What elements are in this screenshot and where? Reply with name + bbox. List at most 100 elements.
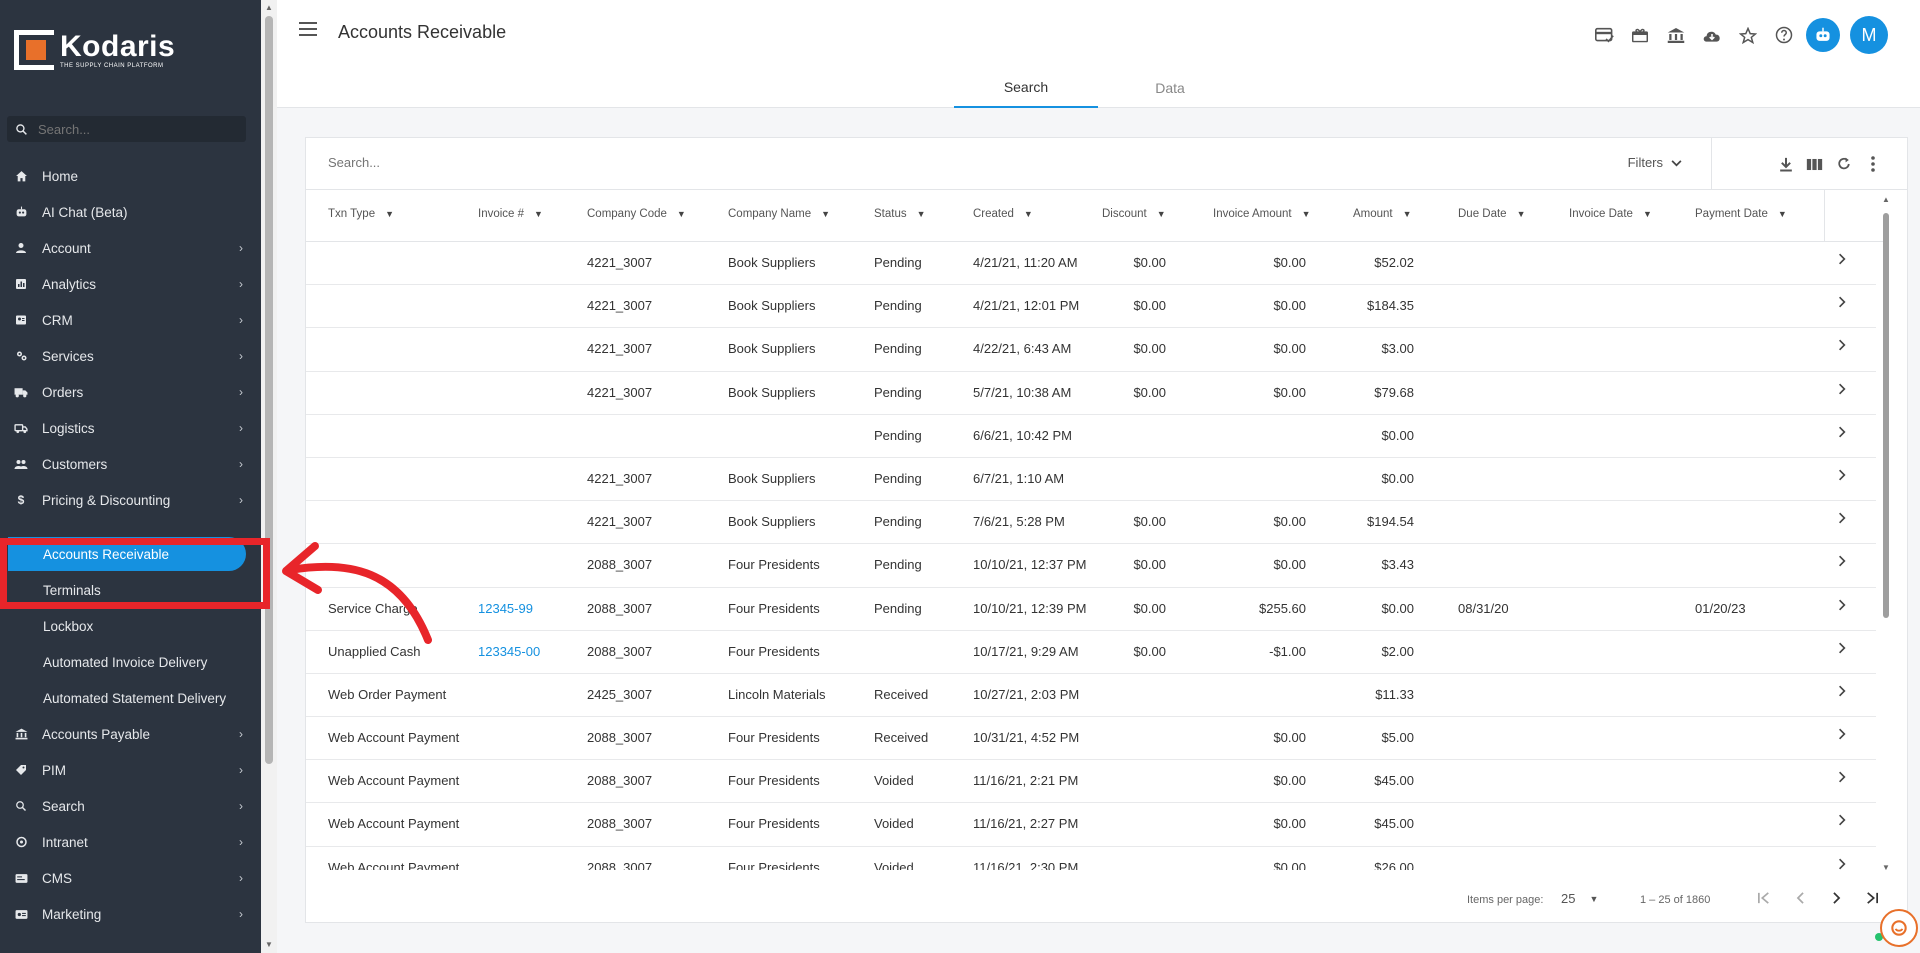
gift-card-icon[interactable] (1622, 17, 1658, 53)
table-row[interactable]: Web Account Payment 2088_3007 Four Preside… (306, 717, 1876, 761)
column-header[interactable]: Invoice Date ▼ (1569, 208, 1652, 220)
table-row[interactable]: Unapplied Cash 123345-00 2088_3007 Four Pre… (306, 631, 1876, 674)
star-icon[interactable] (1730, 17, 1766, 53)
column-header[interactable]: Due Date ▼ (1458, 208, 1526, 220)
table-row[interactable]: 2088_3007 Four Presidents Pending 10/10/21,… (306, 544, 1876, 588)
column-header[interactable]: Invoice # ▼ (478, 208, 543, 220)
page-size-select[interactable]: 25 ▼ (1561, 891, 1598, 906)
sidebar-item-home[interactable]: Home (0, 158, 261, 194)
next-page-icon[interactable] (1818, 886, 1854, 910)
table-row[interactable]: 4221_3007 Book Suppliers Pending 7/6/21, 5:… (306, 501, 1876, 545)
sort-arrow-icon[interactable]: ▼ (385, 209, 394, 219)
sidebar-item-search[interactable]: Search › (0, 788, 261, 824)
sidebar-search-input[interactable] (38, 121, 228, 137)
sidebar-item-accounts-receivable-group[interactable] (0, 518, 261, 536)
column-header[interactable]: Created ▼ (973, 208, 1033, 220)
column-header[interactable]: Company Name ▼ (728, 208, 830, 220)
sort-arrow-icon[interactable]: ▼ (821, 209, 830, 219)
sidebar-item-pim[interactable]: PIM › (0, 752, 261, 788)
table-row[interactable]: Web Account Payment 2088_3007 Four Preside… (306, 760, 1876, 804)
user-avatar[interactable]: M (1850, 16, 1888, 54)
column-header[interactable]: Txn Type ▼ (328, 208, 394, 220)
column-header[interactable]: Payment Date ▼ (1695, 208, 1787, 220)
sidebar-item-orders[interactable]: Orders › (0, 374, 261, 410)
sidebar-item-marketing[interactable]: Marketing › (0, 896, 261, 932)
download-icon[interactable] (1771, 152, 1800, 176)
sort-arrow-icon[interactable]: ▼ (1778, 209, 1787, 219)
row-chevron-right-icon[interactable] (1838, 295, 1846, 311)
sidebar-item-pricing[interactable]: $ Pricing & Discounting › (0, 482, 261, 518)
payment-card-icon[interactable] (1586, 17, 1622, 53)
sidebar-item-automated-invoice-delivery[interactable]: Automated Invoice Delivery (0, 644, 261, 680)
row-chevron-right-icon[interactable] (1838, 598, 1846, 614)
sidebar-item-intranet[interactable]: Intranet › (0, 824, 261, 860)
sidebar-item-logistics[interactable]: Logistics › (0, 410, 261, 446)
chat-support-icon[interactable] (1880, 909, 1918, 947)
row-chevron-right-icon[interactable] (1838, 684, 1846, 700)
tab-data[interactable]: Data (1098, 68, 1242, 108)
row-chevron-right-icon[interactable] (1838, 511, 1846, 527)
sort-arrow-icon[interactable]: ▼ (1643, 209, 1652, 219)
sidebar-item-lockbox[interactable]: Lockbox (0, 608, 261, 644)
last-page-icon[interactable] (1854, 886, 1890, 910)
table-row[interactable]: Service Charge 12345-99 2088_3007 Four Pres… (306, 588, 1876, 631)
row-chevron-right-icon[interactable] (1838, 727, 1846, 743)
previous-page-icon[interactable] (1782, 886, 1818, 910)
table-row[interactable]: Web Order Payment 2425_3007 Lincoln Materi… (306, 674, 1876, 718)
row-chevron-right-icon[interactable] (1838, 813, 1846, 829)
invoice-link[interactable]: 123345-00 (478, 644, 540, 659)
columns-icon[interactable] (1800, 152, 1829, 176)
row-chevron-right-icon[interactable] (1838, 770, 1846, 786)
row-chevron-right-icon[interactable] (1838, 468, 1846, 484)
sort-arrow-icon[interactable]: ▼ (534, 209, 543, 219)
row-chevron-right-icon[interactable] (1838, 641, 1846, 657)
table-search-input[interactable] (328, 155, 728, 170)
sidebar-item-crm[interactable]: CRM › (0, 302, 261, 338)
row-chevron-right-icon[interactable] (1838, 857, 1846, 870)
table-row[interactable]: 4221_3007 Book Suppliers Pending 5/7/21, 10… (306, 372, 1876, 415)
sort-arrow-icon[interactable]: ▼ (1403, 209, 1412, 219)
table-row[interactable]: Pending 6/6/21, 10:42 PM $0.00 (306, 415, 1876, 458)
refresh-icon[interactable] (1829, 152, 1858, 176)
table-row[interactable]: Web Account Payment 2088_3007 Four Preside… (306, 847, 1876, 870)
sidebar-item-services[interactable]: Services › (0, 338, 261, 374)
table-row[interactable]: 4221_3007 Book Suppliers Pending 4/21/21, 1… (306, 242, 1876, 286)
bank-icon[interactable] (1658, 17, 1694, 53)
row-chevron-right-icon[interactable] (1838, 425, 1846, 441)
scroll-up-icon[interactable]: ▲ (1882, 195, 1890, 204)
sort-arrow-icon[interactable]: ▼ (1024, 209, 1033, 219)
row-chevron-right-icon[interactable] (1838, 382, 1846, 398)
sort-arrow-icon[interactable]: ▼ (917, 209, 926, 219)
table-scroll-thumb[interactable] (1883, 213, 1889, 618)
scroll-down-icon[interactable]: ▼ (265, 940, 273, 949)
sidebar-item-automated-statement-delivery[interactable]: Automated Statement Delivery (0, 680, 261, 716)
sidebar-scrollbar[interactable]: ▲ ▼ (261, 0, 277, 953)
table-row[interactable]: 4221_3007 Book Suppliers Pending 6/7/21, 1:… (306, 458, 1876, 502)
sort-arrow-icon[interactable]: ▼ (1157, 209, 1166, 219)
column-header[interactable]: Status ▼ (874, 208, 926, 220)
scroll-up-icon[interactable]: ▲ (265, 3, 273, 12)
row-chevron-right-icon[interactable] (1838, 338, 1846, 354)
scroll-down-icon[interactable]: ▼ (1882, 863, 1890, 872)
sort-arrow-icon[interactable]: ▼ (1302, 209, 1311, 219)
table-row[interactable]: 4221_3007 Book Suppliers Pending 4/22/21, 6… (306, 328, 1876, 372)
first-page-icon[interactable] (1746, 886, 1782, 910)
hamburger-menu-icon[interactable] (299, 22, 317, 40)
column-header[interactable]: Invoice Amount ▼ (1213, 208, 1311, 220)
sidebar-item-analytics[interactable]: Analytics › (0, 266, 261, 302)
more-vert-icon[interactable] (1858, 152, 1887, 176)
help-icon[interactable] (1766, 17, 1802, 53)
sidebar-item-ai-chat[interactable]: AI Chat (Beta) (0, 194, 261, 230)
tab-search[interactable]: Search (954, 68, 1098, 108)
column-header[interactable]: Discount ▼ (1102, 208, 1166, 220)
sidebar-item-account[interactable]: Account › (0, 230, 261, 266)
column-header[interactable]: Company Code ▼ (587, 208, 686, 220)
row-chevron-right-icon[interactable] (1838, 554, 1846, 570)
sidebar-item-customers[interactable]: Customers › (0, 446, 261, 482)
ai-assistant-robot-icon[interactable] (1806, 18, 1840, 52)
sort-arrow-icon[interactable]: ▼ (1517, 209, 1526, 219)
cloud-download-icon[interactable] (1694, 17, 1730, 53)
column-header[interactable]: Amount ▼ (1353, 208, 1412, 220)
kodaris-logo[interactable]: Kodaris THE SUPPLY CHAIN PLATFORM (14, 30, 175, 70)
table-row[interactable]: 4221_3007 Book Suppliers Pending 4/21/21, 1… (306, 285, 1876, 329)
